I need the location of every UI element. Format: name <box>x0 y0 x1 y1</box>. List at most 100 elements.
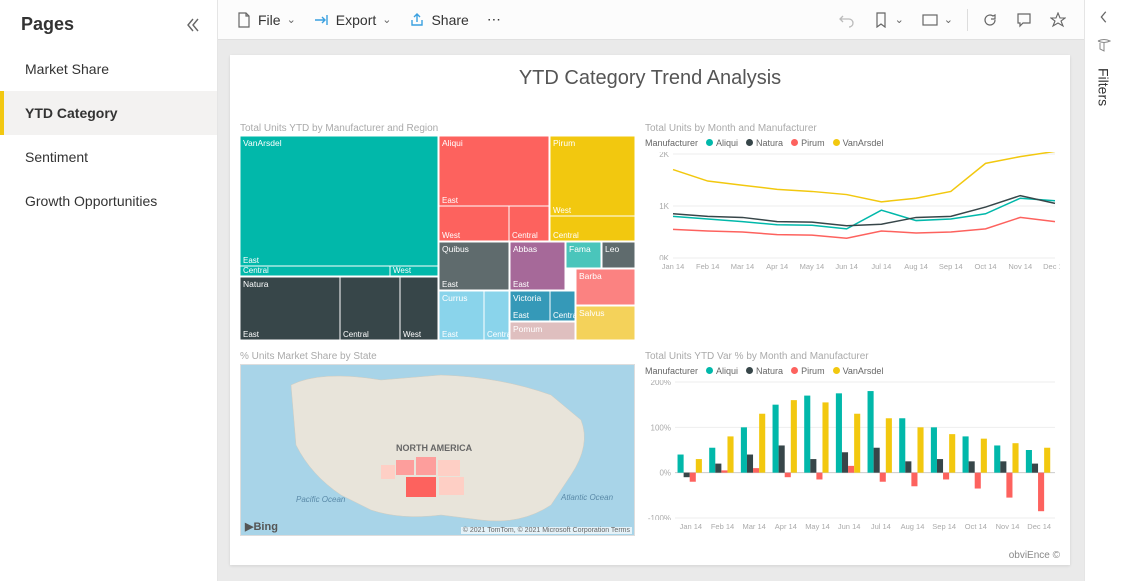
svg-text:Oct 14: Oct 14 <box>965 522 987 531</box>
svg-text:Feb 14: Feb 14 <box>711 522 734 531</box>
svg-text:-100%: -100% <box>648 514 671 520</box>
favorite-button[interactable] <box>1042 8 1074 32</box>
legend-item[interactable]: Pirum <box>791 366 825 376</box>
svg-text:Sep 14: Sep 14 <box>939 262 963 271</box>
svg-text:Nov 14: Nov 14 <box>1008 262 1032 271</box>
svg-text:Central: Central <box>553 311 579 320</box>
more-options[interactable]: ⋯ <box>479 7 509 32</box>
toolbar: File⌄ Export⌄ Share ⋯ ⌄ ⌄ <box>218 0 1084 40</box>
svg-text:200%: 200% <box>651 380 671 387</box>
svg-text:May 14: May 14 <box>800 262 825 271</box>
svg-text:Jul 14: Jul 14 <box>871 262 891 271</box>
legend-item[interactable]: VanArsdel <box>833 138 884 148</box>
svg-text:Abbas: Abbas <box>513 244 537 254</box>
svg-text:Quibus: Quibus <box>442 244 469 254</box>
svg-text:West: West <box>553 206 572 215</box>
svg-text:Central: Central <box>343 330 369 339</box>
page-tab-ytd-category[interactable]: YTD Category <box>0 91 217 135</box>
svg-text:East: East <box>513 311 530 320</box>
svg-text:Dec 14: Dec 14 <box>1027 522 1051 531</box>
svg-text:May 14: May 14 <box>805 522 830 531</box>
svg-text:East: East <box>442 196 459 205</box>
share-button[interactable]: Share <box>401 8 476 32</box>
svg-text:Barba: Barba <box>579 271 602 281</box>
expand-filters-icon[interactable] <box>1097 10 1111 24</box>
svg-text:West: West <box>442 231 461 240</box>
bing-logo: ▶Bing <box>245 520 278 533</box>
legend-item[interactable]: Aliqui <box>706 138 738 148</box>
collapse-sidebar-icon[interactable] <box>185 17 201 33</box>
svg-text:Dec 14: Dec 14 <box>1043 262 1060 271</box>
svg-text:Central: Central <box>487 330 513 339</box>
file-menu[interactable]: File⌄ <box>228 8 304 32</box>
svg-text:Victoria: Victoria <box>513 293 541 303</box>
refresh-button[interactable] <box>974 8 1006 32</box>
svg-text:Central: Central <box>553 231 579 240</box>
svg-text:West: West <box>393 266 412 275</box>
map-visual[interactable]: % Units Market Share by State N <box>240 351 635 537</box>
filters-label: Filters <box>1096 68 1112 106</box>
svg-text:100%: 100% <box>651 423 671 432</box>
svg-text:Fama: Fama <box>569 244 591 254</box>
page-tab-market-share[interactable]: Market Share <box>0 47 217 91</box>
svg-text:East: East <box>243 256 260 265</box>
legend-item[interactable]: Pirum <box>791 138 825 148</box>
report-title: YTD Category Trend Analysis <box>230 55 1070 96</box>
bookmark-menu[interactable]: ⌄ <box>865 8 912 32</box>
svg-text:0%: 0% <box>659 469 671 478</box>
svg-text:Sep 14: Sep 14 <box>932 522 956 531</box>
legend-item[interactable]: Natura <box>746 366 783 376</box>
svg-text:Aliqui: Aliqui <box>442 138 463 148</box>
treemap-visual[interactable]: Total Units YTD by Manufacturer and Regi… <box>240 123 635 339</box>
pages-sidebar: Pages Market ShareYTD CategorySentimentG… <box>0 0 218 581</box>
filters-pane[interactable]: Filters <box>1084 0 1122 581</box>
svg-text:Mar 14: Mar 14 <box>731 262 754 271</box>
svg-text:0K: 0K <box>659 254 669 260</box>
svg-text:Natura: Natura <box>243 279 269 289</box>
filters-icon <box>1096 38 1112 54</box>
svg-text:Currus: Currus <box>442 293 468 303</box>
legend-item[interactable]: Natura <box>746 138 783 148</box>
legend-item[interactable]: VanArsdel <box>833 366 884 376</box>
svg-text:VanArsdel: VanArsdel <box>243 138 282 148</box>
svg-text:Salvus: Salvus <box>579 308 605 318</box>
export-menu[interactable]: Export⌄ <box>306 8 400 32</box>
report-canvas: YTD Category Trend Analysis Total Units … <box>230 55 1070 565</box>
svg-text:1K: 1K <box>659 202 669 211</box>
svg-text:Central: Central <box>243 266 269 275</box>
svg-text:Pomum: Pomum <box>513 324 542 334</box>
svg-text:Mar 14: Mar 14 <box>742 522 765 531</box>
svg-text:Pirum: Pirum <box>553 138 575 148</box>
line-chart-visual[interactable]: Total Units by Month and Manufacturer Ma… <box>645 123 1060 255</box>
svg-text:Feb 14: Feb 14 <box>696 262 719 271</box>
svg-text:Nov 14: Nov 14 <box>996 522 1020 531</box>
svg-text:East: East <box>442 280 459 289</box>
svg-text:Jun 14: Jun 14 <box>835 262 858 271</box>
legend-item[interactable]: Aliqui <box>706 366 738 376</box>
svg-text:East: East <box>442 330 459 339</box>
svg-text:2K: 2K <box>659 152 669 159</box>
svg-text:East: East <box>513 280 530 289</box>
page-tab-growth-opportunities[interactable]: Growth Opportunities <box>0 179 217 223</box>
svg-text:Apr 14: Apr 14 <box>766 262 788 271</box>
svg-text:Aug 14: Aug 14 <box>901 522 925 531</box>
svg-text:Aug 14: Aug 14 <box>904 262 928 271</box>
comment-button[interactable] <box>1008 8 1040 32</box>
svg-text:Jun 14: Jun 14 <box>838 522 861 531</box>
svg-text:Leo: Leo <box>605 244 619 254</box>
svg-text:East: East <box>243 330 260 339</box>
svg-text:Jan 14: Jan 14 <box>680 522 703 531</box>
svg-text:Apr 14: Apr 14 <box>775 522 797 531</box>
undo-button[interactable] <box>831 8 863 32</box>
map-attribution: © 2021 TomTom, © 2021 Microsoft Corporat… <box>461 527 632 534</box>
svg-text:Jul 14: Jul 14 <box>871 522 891 531</box>
bar-chart-visual[interactable]: Total Units YTD Var % by Month and Manuf… <box>645 351 1060 537</box>
svg-text:West: West <box>403 330 422 339</box>
svg-text:Central: Central <box>512 231 538 240</box>
page-tab-sentiment[interactable]: Sentiment <box>0 135 217 179</box>
svg-text:Oct 14: Oct 14 <box>974 262 996 271</box>
pages-title: Pages <box>21 14 74 35</box>
view-menu[interactable]: ⌄ <box>914 8 961 32</box>
footer-credit: obviEnce © <box>1009 550 1060 561</box>
svg-text:Jan 14: Jan 14 <box>662 262 685 271</box>
